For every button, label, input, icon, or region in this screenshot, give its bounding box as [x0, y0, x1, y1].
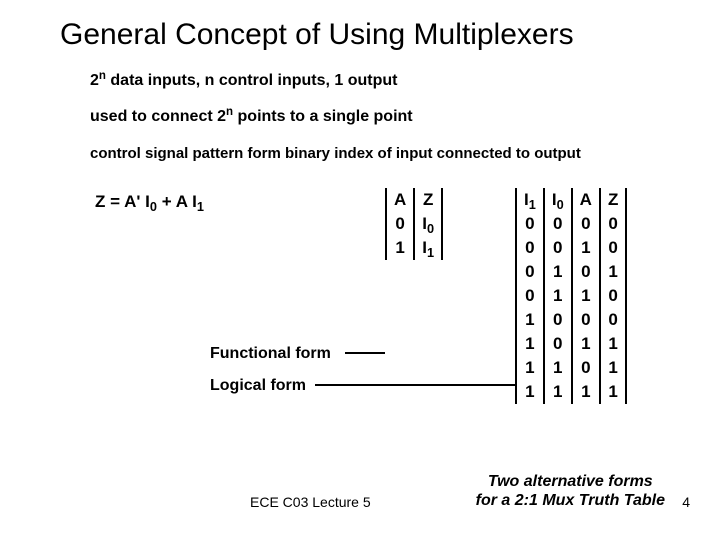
cell: 1	[572, 332, 600, 356]
cell: 0	[516, 212, 544, 236]
cell: 0	[544, 212, 572, 236]
bullet-3: control signal pattern form binary index…	[90, 145, 581, 162]
cell: 1	[572, 380, 600, 404]
sub: 0	[557, 197, 564, 212]
sub: 1	[529, 197, 536, 212]
b2-b: points to a single point	[233, 108, 413, 125]
eq-s1: 1	[197, 199, 204, 214]
cell: 1	[386, 236, 414, 260]
b2-a: used to connect 2	[90, 108, 226, 125]
connector-line	[345, 352, 385, 354]
col-A: A	[386, 188, 414, 212]
cell: 1	[544, 284, 572, 308]
cell: 0	[572, 212, 600, 236]
cell: 1	[572, 236, 600, 260]
cell: 0	[386, 212, 414, 236]
cell: 1	[572, 284, 600, 308]
cell: 0	[544, 332, 572, 356]
table-row: 1011	[516, 332, 626, 356]
table-row: 1101	[516, 356, 626, 380]
b1-base: 2	[90, 72, 99, 89]
table-row: 0010	[516, 236, 626, 260]
col-Z: Z	[600, 188, 626, 212]
cell: 1	[516, 308, 544, 332]
eq-pre: Z = A' I	[95, 192, 150, 211]
table-row: 0 I0	[386, 212, 442, 236]
b2-sup: n	[226, 106, 233, 118]
bullet-1: 2n data inputs, n control inputs, 1 outp…	[90, 72, 397, 90]
footer-lecture: ECE C03 Lecture 5	[250, 494, 371, 510]
bullet-2: used to connect 2n points to a single po…	[90, 108, 413, 126]
page-title: General Concept of Using Multiplexers	[60, 18, 574, 52]
logical-form-label: Logical form	[210, 377, 306, 395]
truth-table-big: I1 I0 A Z 0000 0010 0101 0110 1000 1011 …	[515, 188, 627, 404]
cell: 1	[544, 380, 572, 404]
b1-rest: data inputs, n control inputs, 1 output	[106, 72, 398, 89]
cell: 0	[572, 308, 600, 332]
slide: General Concept of Using Multiplexers 2n…	[0, 0, 720, 540]
table-row: A Z	[386, 188, 442, 212]
table-row: 1000	[516, 308, 626, 332]
cell: 0	[516, 284, 544, 308]
cell: I1	[414, 236, 442, 260]
footer-line2: for a 2:1 Mux Truth Table	[476, 492, 665, 509]
cell: 1	[600, 332, 626, 356]
connector-line	[315, 384, 515, 386]
table-row: 0110	[516, 284, 626, 308]
table-row: I1 I0 A Z	[516, 188, 626, 212]
footer-line1: Two alternative forms	[488, 473, 653, 490]
cell: 1	[544, 260, 572, 284]
cell: 0	[572, 356, 600, 380]
col-Z: Z	[414, 188, 442, 212]
table-row: 1 I1	[386, 236, 442, 260]
footer-caption: Two alternative forms for a 2:1 Mux Trut…	[476, 473, 665, 510]
cell: 0	[600, 284, 626, 308]
col-A: A	[572, 188, 600, 212]
eq-mid: + A I	[157, 192, 197, 211]
cell: 0	[516, 260, 544, 284]
cell: I0	[414, 212, 442, 236]
col-I0: I0	[544, 188, 572, 212]
cell: 1	[516, 380, 544, 404]
cell: 0	[544, 236, 572, 260]
cell: 0	[572, 260, 600, 284]
cell: 0	[516, 236, 544, 260]
col-I1: I1	[516, 188, 544, 212]
cell: 1	[600, 380, 626, 404]
truth-table-small: A Z 0 I0 1 I1	[385, 188, 443, 260]
cell: 1	[544, 356, 572, 380]
table-row: 1111	[516, 380, 626, 404]
table-row: 0000	[516, 212, 626, 236]
sub: 0	[427, 221, 434, 236]
b1-sup: n	[99, 70, 106, 82]
cell: 1	[516, 332, 544, 356]
page-number: 4	[682, 494, 690, 510]
cell: 1	[600, 260, 626, 284]
table-row: 0101	[516, 260, 626, 284]
cell: 1	[516, 356, 544, 380]
cell: 0	[600, 308, 626, 332]
sub: 1	[427, 245, 434, 260]
cell: 1	[600, 356, 626, 380]
cell: 0	[600, 212, 626, 236]
cell: 0	[600, 236, 626, 260]
eq-s0: 0	[150, 199, 157, 214]
cell: 0	[544, 308, 572, 332]
equation: Z = A' I0 + A I1	[95, 192, 204, 212]
functional-form-label: Functional form	[210, 345, 331, 363]
